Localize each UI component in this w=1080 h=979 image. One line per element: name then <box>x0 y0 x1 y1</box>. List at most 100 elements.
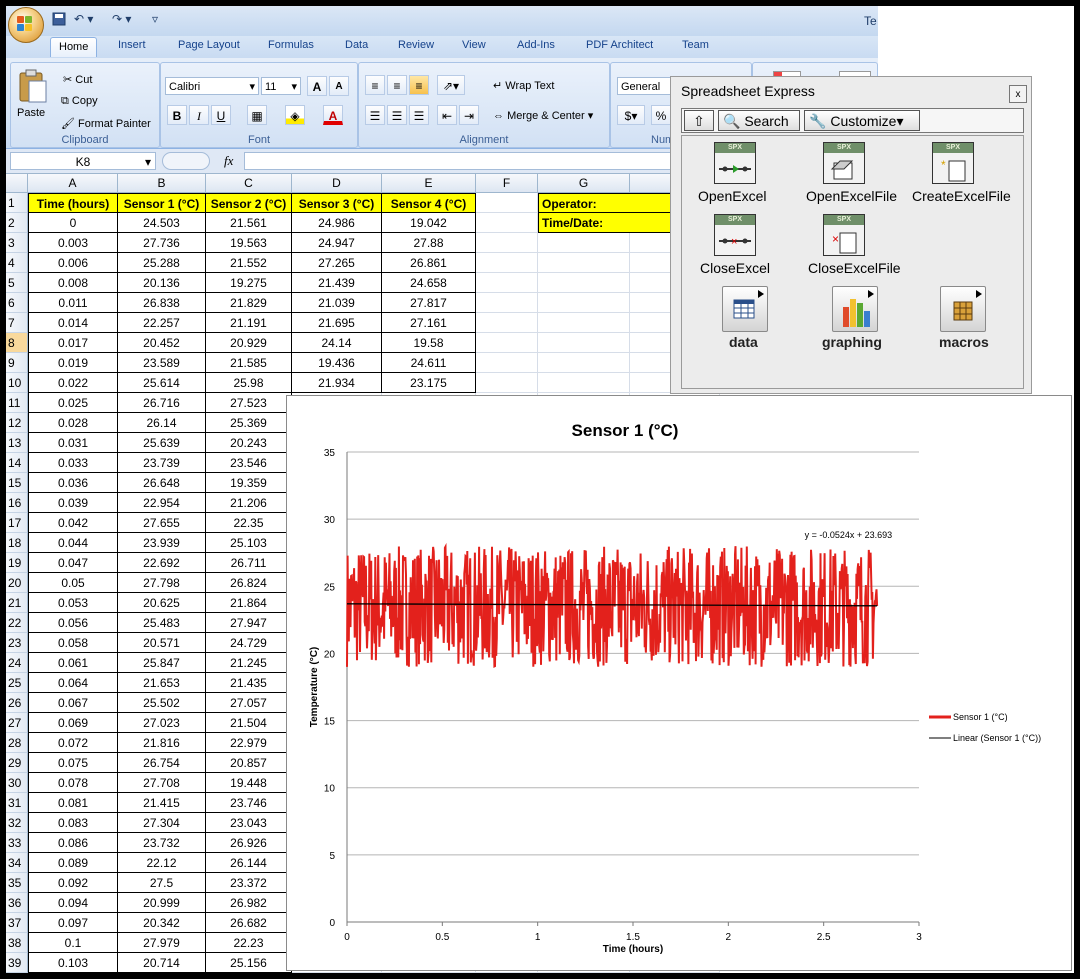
column-header[interactable]: A <box>28 174 118 193</box>
wrap-text-button[interactable]: ↵ Wrap Text <box>493 79 554 92</box>
column-header[interactable]: F <box>476 174 538 193</box>
row-header[interactable]: 24 <box>6 653 28 673</box>
macros-palette-button[interactable] <box>940 286 986 332</box>
save-icon[interactable] <box>52 12 66 28</box>
data-cell[interactable]: 26.926 <box>206 833 292 853</box>
column-header[interactable]: G <box>538 174 630 193</box>
data-cell[interactable]: 27.057 <box>206 693 292 713</box>
close-excel-vi[interactable]: SPX × <box>714 214 756 256</box>
data-cell[interactable]: 0.014 <box>28 313 118 333</box>
data-cell[interactable]: 0.058 <box>28 633 118 653</box>
font-name-select[interactable]: Calibri ▾ <box>165 77 259 95</box>
grid-cell[interactable] <box>538 233 630 253</box>
column-header[interactable]: E <box>382 174 476 193</box>
data-cell[interactable]: 26.838 <box>118 293 206 313</box>
data-cell[interactable]: 24.947 <box>292 233 382 253</box>
data-cell[interactable]: 22.35 <box>206 513 292 533</box>
data-cell[interactable]: 20.243 <box>206 433 292 453</box>
data-cell[interactable]: 27.817 <box>382 293 476 313</box>
open-excel-file-vi[interactable]: SPX <box>823 142 865 184</box>
data-cell[interactable]: 0.097 <box>28 913 118 933</box>
align-top-icon[interactable]: ≡ <box>365 75 385 95</box>
data-cell[interactable]: 21.039 <box>292 293 382 313</box>
row-header[interactable]: 27 <box>6 713 28 733</box>
grid-cell[interactable] <box>538 333 630 353</box>
data-cell[interactable]: 21.695 <box>292 313 382 333</box>
data-cell[interactable]: 23.372 <box>206 873 292 893</box>
data-cell[interactable]: 25.156 <box>206 953 292 973</box>
data-cell[interactable]: 20.929 <box>206 333 292 353</box>
data-cell[interactable]: 19.042 <box>382 213 476 233</box>
data-cell[interactable]: 23.732 <box>118 833 206 853</box>
currency-button[interactable]: $▾ <box>617 105 645 125</box>
data-cell[interactable]: 0.008 <box>28 273 118 293</box>
grid-cell[interactable] <box>476 213 538 233</box>
data-cell[interactable]: 0.006 <box>28 253 118 273</box>
align-center-icon[interactable]: ☰ <box>387 105 407 125</box>
data-cell[interactable]: 27.736 <box>118 233 206 253</box>
row-header[interactable]: 23 <box>6 633 28 653</box>
tab-insert[interactable]: Insert <box>118 39 146 51</box>
row-header[interactable]: 33 <box>6 833 28 853</box>
data-cell[interactable]: 19.58 <box>382 333 476 353</box>
tab-page-layout[interactable]: Page Layout <box>178 39 240 51</box>
data-cell[interactable]: 25.502 <box>118 693 206 713</box>
row-header[interactable]: 7 <box>6 313 28 333</box>
data-cell[interactable]: 22.954 <box>118 493 206 513</box>
column-header[interactable]: B <box>118 174 206 193</box>
data-cell[interactable]: 25.288 <box>118 253 206 273</box>
row-header[interactable]: 8 <box>6 333 28 353</box>
formula-expand-button[interactable] <box>162 152 210 170</box>
data-cell[interactable]: 0.053 <box>28 593 118 613</box>
data-cell[interactable]: 0.033 <box>28 453 118 473</box>
data-cell[interactable]: 0.078 <box>28 773 118 793</box>
data-cell[interactable]: 21.439 <box>292 273 382 293</box>
grid-cell[interactable] <box>476 373 538 393</box>
grid-cell[interactable] <box>538 293 630 313</box>
percent-button[interactable]: % <box>651 105 671 125</box>
data-cell[interactable]: 0.064 <box>28 673 118 693</box>
data-cell[interactable]: 20.452 <box>118 333 206 353</box>
data-cell[interactable]: 21.829 <box>206 293 292 313</box>
data-cell[interactable]: 0.089 <box>28 853 118 873</box>
row-header[interactable]: 17 <box>6 513 28 533</box>
font-size-select[interactable]: 11 ▾ <box>261 77 301 95</box>
row-header[interactable]: 39 <box>6 953 28 973</box>
data-cell[interactable]: 27.88 <box>382 233 476 253</box>
row-header[interactable]: 5 <box>6 273 28 293</box>
data-cell[interactable]: 0.072 <box>28 733 118 753</box>
customize-button[interactable]: 🔧 Customize▾ <box>804 110 920 131</box>
name-box[interactable]: K8 ▾ <box>10 152 156 170</box>
tab-view[interactable]: View <box>462 39 486 51</box>
data-cell[interactable]: 0.025 <box>28 393 118 413</box>
data-cell[interactable]: 27.304 <box>118 813 206 833</box>
row-header[interactable]: 6 <box>6 293 28 313</box>
select-all-corner[interactable] <box>6 174 28 193</box>
row-header[interactable]: 37 <box>6 913 28 933</box>
data-cell[interactable]: 0.05 <box>28 573 118 593</box>
data-cell[interactable]: 19.448 <box>206 773 292 793</box>
tab-pdf-architect[interactable]: PDF Architect <box>586 39 653 51</box>
data-cell[interactable]: 27.5 <box>118 873 206 893</box>
paste-button[interactable]: Paste <box>17 107 45 119</box>
align-right-icon[interactable]: ☰ <box>409 105 429 125</box>
data-cell[interactable]: 23.939 <box>118 533 206 553</box>
data-cell[interactable]: 0.083 <box>28 813 118 833</box>
graphing-palette-button[interactable] <box>832 286 878 332</box>
row-header[interactable]: 14 <box>6 453 28 473</box>
grid-cell[interactable] <box>476 233 538 253</box>
grid-cell[interactable] <box>538 273 630 293</box>
row-header[interactable]: 25 <box>6 673 28 693</box>
row-header[interactable]: 35 <box>6 873 28 893</box>
up-button[interactable]: ⇧ <box>684 110 714 131</box>
data-cell[interactable]: 0.017 <box>28 333 118 353</box>
data-cell[interactable]: 19.563 <box>206 233 292 253</box>
data-cell[interactable]: 21.415 <box>118 793 206 813</box>
data-cell[interactable]: 21.561 <box>206 213 292 233</box>
data-cell[interactable]: 21.504 <box>206 713 292 733</box>
grid-cell[interactable] <box>476 313 538 333</box>
data-cell[interactable]: 26.14 <box>118 413 206 433</box>
data-cell[interactable]: 21.206 <box>206 493 292 513</box>
data-cell[interactable]: 19.275 <box>206 273 292 293</box>
header-cell[interactable]: Time (hours) <box>28 193 118 213</box>
